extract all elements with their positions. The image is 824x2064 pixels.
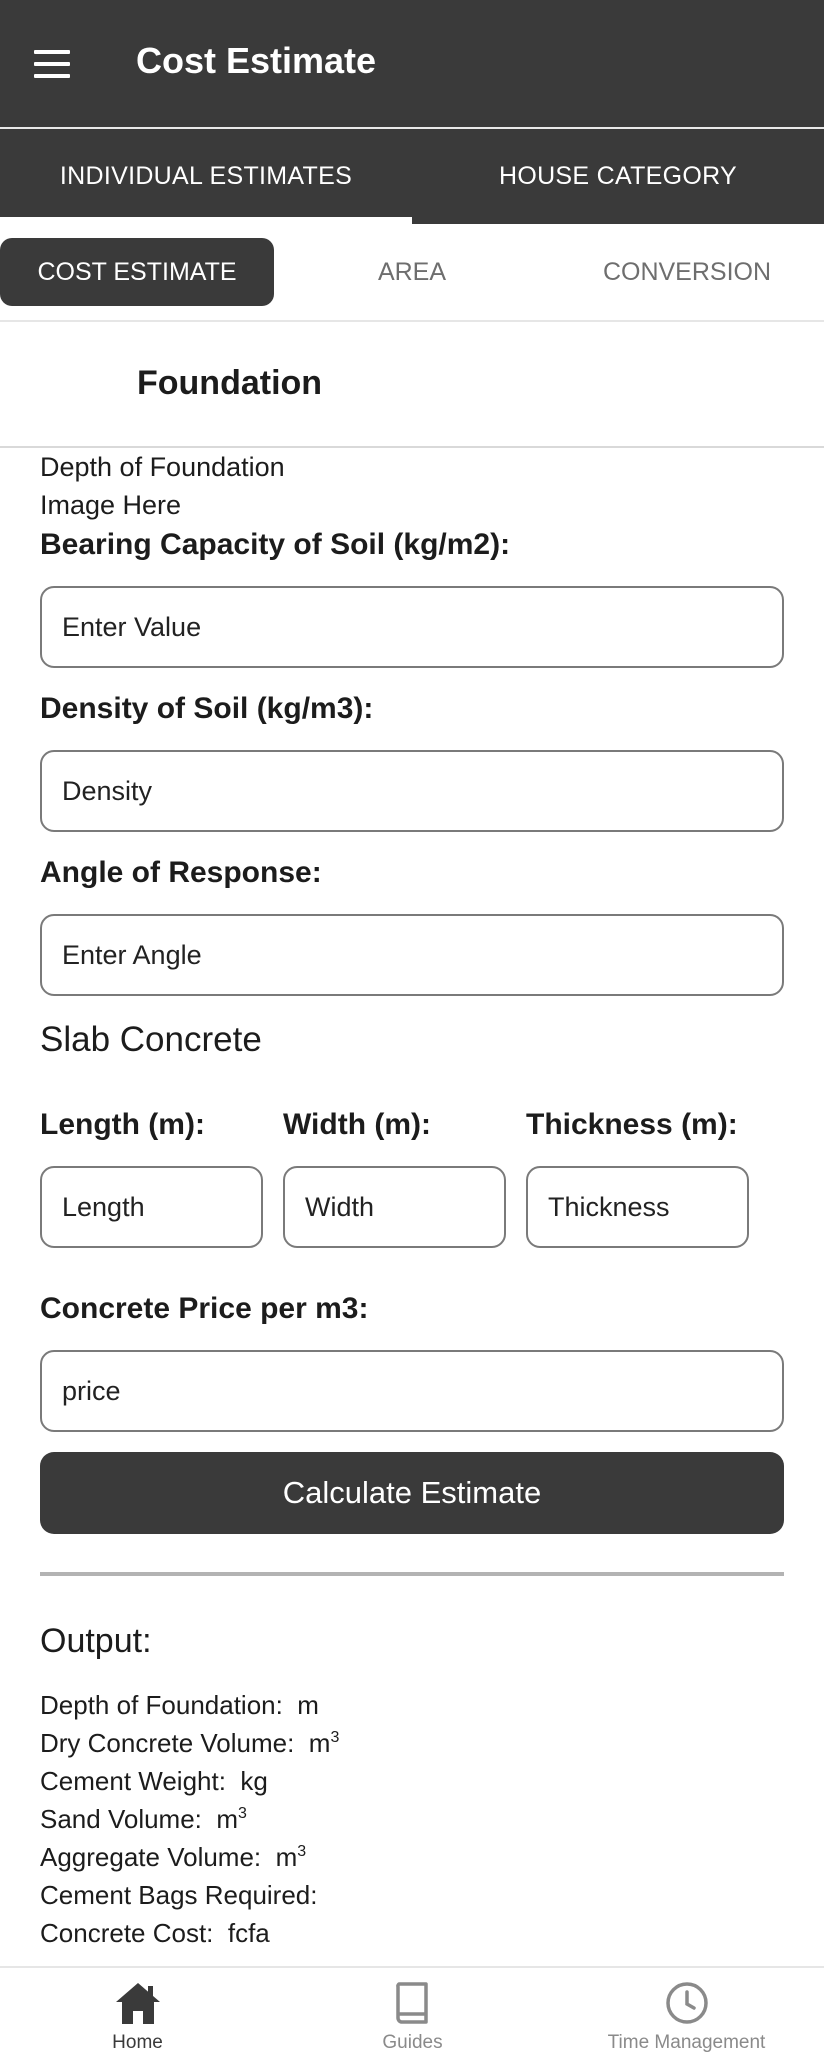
- app-bar: Cost Estimate: [0, 0, 824, 127]
- length-input[interactable]: [40, 1166, 263, 1248]
- output-dry-volume: Dry Concrete Volume: m3: [40, 1728, 339, 1759]
- section-divider: [0, 446, 824, 448]
- output-divider: [40, 1572, 784, 1576]
- subtab-area[interactable]: AREA: [274, 238, 550, 306]
- width-input[interactable]: [283, 1166, 506, 1248]
- angle-input[interactable]: [40, 914, 784, 996]
- density-label: Density of Soil (kg/m3):: [40, 692, 374, 725]
- output-aggregate-volume: Aggregate Volume: m3: [40, 1842, 306, 1873]
- nav-time-management[interactable]: Time Management: [549, 1968, 824, 2064]
- length-label: Length (m):: [40, 1108, 205, 1141]
- bottom-navigation: Home Guides Time Management: [0, 1966, 824, 2064]
- cubic-superscript: 3: [297, 1843, 307, 1860]
- output-sand-volume-text: Sand Volume: m: [40, 1804, 238, 1834]
- clock-icon: [665, 1982, 708, 2024]
- book-icon: [395, 1982, 428, 2024]
- home-icon: [115, 1983, 160, 2024]
- subtab-conversion[interactable]: CONVERSION: [550, 238, 824, 306]
- cubic-superscript: 3: [238, 1805, 247, 1822]
- nav-home[interactable]: Home: [0, 1968, 275, 2064]
- app-title: Cost Estimate: [136, 40, 377, 81]
- top-tab-bar: INDIVIDUAL ESTIMATES HOUSE CATEGORY: [0, 129, 824, 224]
- bearing-capacity-label: Bearing Capacity of Soil (kg/m2):: [40, 528, 511, 561]
- output-heading: Output:: [40, 1622, 152, 1660]
- output-dry-volume-text: Dry Concrete Volume: m: [40, 1728, 331, 1758]
- hamburger-menu-icon[interactable]: [34, 50, 70, 78]
- subtab-cost-estimate[interactable]: COST ESTIMATE: [0, 238, 274, 306]
- image-placeholder-text: Image Here: [40, 490, 182, 520]
- slab-concrete-heading: Slab Concrete: [40, 1020, 262, 1059]
- tab-individual-estimates[interactable]: INDIVIDUAL ESTIMATES: [0, 129, 412, 224]
- output-cement-weight-text: Cement Weight: kg: [40, 1766, 268, 1796]
- nav-time-management-label: Time Management: [607, 2032, 766, 2053]
- tab-house-category[interactable]: HOUSE CATEGORY: [412, 129, 824, 224]
- output-depth: Depth of Foundation: m: [40, 1690, 319, 1721]
- output-aggregate-volume-text: Aggregate Volume: m: [40, 1842, 298, 1872]
- nav-guides-label: Guides: [382, 2032, 443, 2053]
- output-depth-text: Depth of Foundation: m: [40, 1690, 319, 1720]
- width-label: Width (m):: [283, 1108, 432, 1141]
- cubic-superscript: 3: [330, 1729, 340, 1746]
- output-sand-volume: Sand Volume: m3: [40, 1804, 247, 1835]
- density-input[interactable]: [40, 750, 784, 832]
- output-cement-bags-text: Cement Bags Required:: [40, 1880, 318, 1910]
- output-concrete-cost: Concrete Cost: fcfa: [40, 1918, 270, 1949]
- calculate-estimate-button[interactable]: Calculate Estimate: [40, 1452, 784, 1534]
- output-cement-bags: Cement Bags Required:: [40, 1880, 317, 1911]
- output-concrete-cost-text: Concrete Cost: fcfa: [40, 1918, 270, 1948]
- nav-home-label: Home: [112, 2032, 163, 2053]
- thickness-input[interactable]: [526, 1166, 749, 1248]
- concrete-price-label: Concrete Price per m3:: [40, 1292, 369, 1325]
- concrete-price-input[interactable]: [40, 1350, 784, 1432]
- thickness-label: Thickness (m):: [526, 1108, 738, 1141]
- bearing-capacity-input[interactable]: [40, 586, 784, 668]
- sub-tab-bar: COST ESTIMATE AREA CONVERSION: [0, 224, 824, 322]
- depth-of-foundation-text: Depth of Foundation: [40, 452, 285, 482]
- section-title: Foundation: [137, 364, 323, 402]
- angle-label: Angle of Response:: [40, 856, 322, 889]
- nav-guides[interactable]: Guides: [275, 1968, 550, 2064]
- output-cement-weight: Cement Weight: kg: [40, 1766, 268, 1797]
